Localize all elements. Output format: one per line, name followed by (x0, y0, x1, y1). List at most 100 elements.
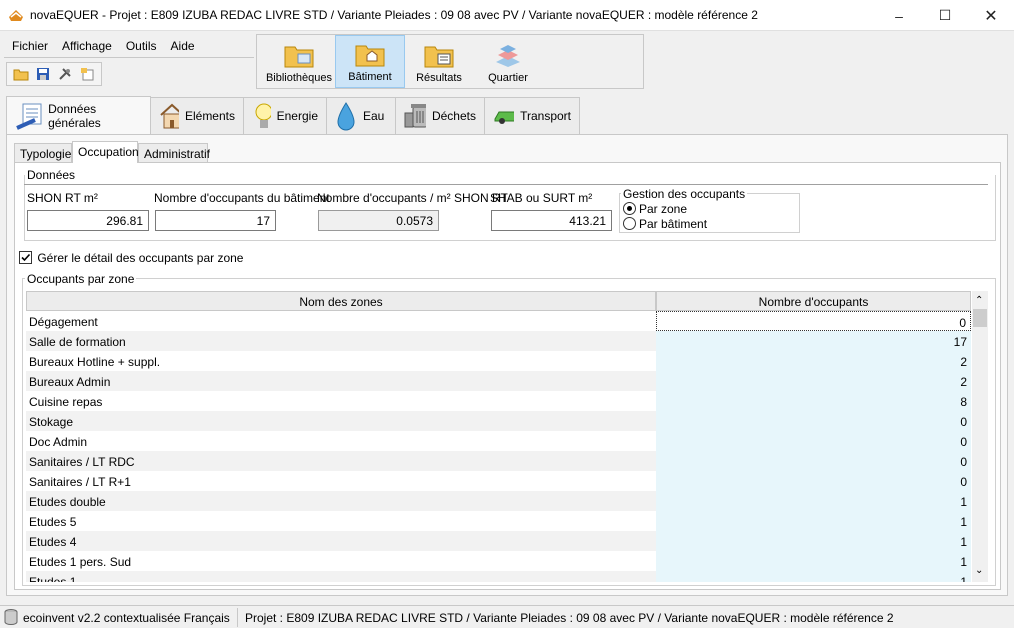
tab-energie[interactable]: Energie (243, 97, 327, 134)
zone-occupants-cell[interactable]: 1 (656, 511, 971, 531)
toolbar-resultats-button[interactable]: Résultats (407, 35, 471, 88)
tools-button[interactable] (55, 65, 75, 83)
close-button[interactable]: ✕ (968, 0, 1014, 31)
zone-occupants-cell[interactable]: 1 (656, 491, 971, 511)
toolbar-quartier-label: Quartier (488, 72, 528, 84)
column-header-occupants[interactable]: Nombre d'occupants (656, 291, 971, 311)
zone-name-cell[interactable]: Doc Admin (26, 431, 656, 451)
zone-name-cell[interactable]: Etudes 5 (26, 511, 656, 531)
house-icon (160, 103, 179, 129)
table-row[interactable]: Etudes double 1 (26, 491, 971, 511)
window-title: novaEQUER - Projet : E809 IZUBA REDAC LI… (30, 8, 758, 22)
zone-name-cell[interactable]: Sanitaires / LT R+1 (26, 471, 656, 491)
zone-name-cell[interactable]: Sanitaires / LT RDC (26, 451, 656, 471)
table-row[interactable]: Bureaux Admin 2 (26, 371, 971, 391)
zone-occupants-cell[interactable]: 0 (656, 431, 971, 451)
zone-name-cell[interactable]: Etudes 1 (26, 571, 656, 582)
zone-name-cell[interactable]: Etudes double (26, 491, 656, 511)
water-drop-icon (337, 102, 355, 131)
radio-par-zone[interactable]: Par zone (623, 202, 687, 216)
maximize-button[interactable]: ☐ (922, 0, 968, 31)
radio-par-zone-button[interactable] (623, 202, 636, 215)
toolbar-batiment-button[interactable]: Bâtiment (335, 35, 405, 88)
subtab-typologie[interactable]: Typologie (14, 143, 72, 162)
tab-transport-label: Transport (520, 109, 571, 123)
zone-occupants-cell[interactable]: 2 (656, 351, 971, 371)
zone-occupants-cell[interactable]: 1 (656, 531, 971, 551)
zone-occupants-cell[interactable]: 8 (656, 391, 971, 411)
save-button[interactable] (33, 65, 53, 83)
subtab-occupation[interactable]: Occupation (72, 141, 139, 163)
toolbar-bibliotheques-button[interactable]: Bibliothèques (265, 35, 333, 88)
tab-eau[interactable]: Eau (326, 97, 396, 134)
zone-name-cell[interactable]: Stokage (26, 411, 656, 431)
tools-icon (59, 68, 71, 80)
radio-par-batiment-button[interactable] (623, 217, 636, 230)
shon-input[interactable]: 296.81 (27, 210, 149, 231)
table-row[interactable]: Doc Admin 0 (26, 431, 971, 451)
zones-title: Occupants par zone (25, 272, 137, 286)
donnees-title: Données (25, 168, 78, 182)
table-row[interactable]: Etudes 1 pers. Sud 1 (26, 551, 971, 571)
table-row[interactable]: Cuisine repas 8 (26, 391, 971, 411)
menu-fichier[interactable]: Fichier (4, 36, 54, 57)
table-row[interactable]: Stokage 0 (26, 411, 971, 431)
table-row[interactable]: Salle de formation 17 (26, 331, 971, 351)
open-folder-icon (13, 69, 29, 81)
table-row[interactable]: Etudes 51 (26, 511, 971, 531)
radio-par-batiment[interactable]: Par bâtiment (623, 217, 707, 231)
detail-occupants-checkbox[interactable] (19, 251, 32, 264)
zone-occupants-cell[interactable]: 0 (656, 311, 971, 331)
zone-name-cell[interactable]: Bureaux Hotline + suppl. (26, 351, 656, 371)
zone-name-cell[interactable]: Etudes 4 (26, 531, 656, 551)
status-bar: ecoinvent v2.2 contextualisée Français P… (0, 605, 1014, 628)
zone-name-cell[interactable]: Salle de formation (26, 331, 656, 351)
zone-occupants-cell[interactable]: 17 (656, 331, 971, 351)
scroll-down-icon[interactable]: ⌄ (975, 565, 983, 576)
zone-name-cell[interactable]: Etudes 1 pers. Sud (26, 551, 656, 571)
scroll-up-icon[interactable]: ⌃ (975, 295, 983, 306)
zone-occupants-cell[interactable]: 1 (656, 571, 971, 582)
table-row[interactable]: Etudes 11 (26, 571, 971, 582)
open-folder-button[interactable] (11, 65, 31, 83)
zone-name-cell[interactable]: Dégagement (26, 311, 656, 331)
zone-occupants-cell[interactable]: 0 (656, 411, 971, 431)
database-icon (4, 609, 18, 625)
occupants-input[interactable]: 17 (155, 210, 276, 231)
table-row[interactable]: Sanitaires / LT R+1 0 (26, 471, 971, 491)
column-header-zone[interactable]: Nom des zones (26, 291, 656, 311)
table-row[interactable]: Dégagement 0 (26, 311, 971, 331)
zone-occupants-cell[interactable]: 0 (656, 451, 971, 471)
main-toolbar: Bibliothèques Bâtiment Résultats Quartie… (256, 34, 644, 89)
minimize-button[interactable]: – (876, 0, 922, 31)
tab-eau-label: Eau (363, 109, 385, 123)
zone-name-cell[interactable]: Bureaux Admin (26, 371, 656, 391)
scroll-thumb[interactable] (973, 309, 987, 327)
zone-occupants-cell[interactable]: 0 (656, 471, 971, 491)
subtab-administratif[interactable]: Administratif (138, 143, 210, 162)
menu-outils[interactable]: Outils (118, 36, 163, 57)
menu-aide[interactable]: Aide (163, 36, 201, 57)
zone-occupants-cell[interactable]: 2 (656, 371, 971, 391)
status-database: ecoinvent v2.2 contextualisée Français (23, 611, 230, 625)
menu-affichage[interactable]: Affichage (54, 36, 118, 57)
zone-occupants-cell[interactable]: 1 (656, 551, 971, 571)
tab-elements[interactable]: Eléments (150, 97, 244, 134)
toolbar-quartier-button[interactable]: Quartier (475, 35, 541, 88)
shab-label: SHAB ou SURT m² (490, 191, 593, 205)
detail-occupants-checkbox-row[interactable]: Gérer le détail des occupants par zone (19, 251, 243, 265)
tab-transport[interactable]: Transport (484, 97, 580, 134)
checkmark-icon (21, 253, 31, 262)
donnees-divider (24, 184, 988, 185)
new-document-button[interactable] (77, 65, 97, 83)
menu-area: Fichier Affichage Outils Aide (4, 34, 254, 89)
quick-toolbar (6, 62, 102, 86)
tab-dechets[interactable]: Déchets (395, 97, 485, 134)
tab-donnees-generales[interactable]: Données générales (6, 96, 151, 134)
shab-input[interactable]: 413.21 (491, 210, 612, 231)
table-row[interactable]: Sanitaires / LT RDC 0 (26, 451, 971, 471)
vertical-scrollbar[interactable]: ⌃ ⌄ (972, 291, 988, 582)
table-row[interactable]: Bureaux Hotline + suppl. 2 (26, 351, 971, 371)
table-row[interactable]: Etudes 41 (26, 531, 971, 551)
zone-name-cell[interactable]: Cuisine repas (26, 391, 656, 411)
